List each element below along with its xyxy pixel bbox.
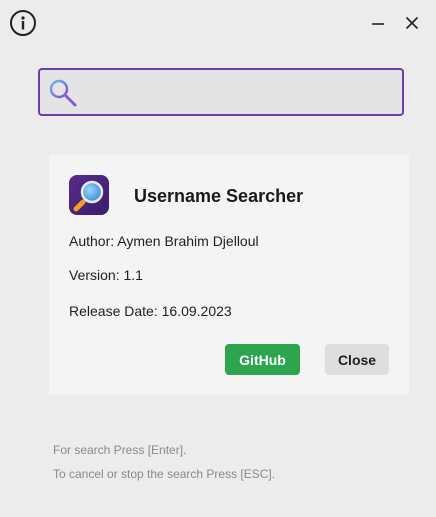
cancel-hint: To cancel or stop the search Press [ESC]… xyxy=(53,467,276,481)
app-title: Username Searcher xyxy=(134,186,304,206)
magnifier-icon xyxy=(48,78,78,108)
github-button[interactable]: GitHub xyxy=(225,344,300,375)
title-bar xyxy=(0,0,436,48)
magnifier-app-icon xyxy=(69,175,109,215)
about-card: Username Searcher Author: Aymen Brahim D… xyxy=(49,155,409,395)
close-icon[interactable] xyxy=(401,12,423,34)
search-input[interactable] xyxy=(84,70,398,116)
author-text: Author: Aymen Brahim Djelloul xyxy=(69,233,259,249)
search-box[interactable] xyxy=(38,68,404,116)
close-button[interactable]: Close xyxy=(325,344,389,375)
info-icon[interactable] xyxy=(10,10,36,36)
version-text: Version: 1.1 xyxy=(69,267,143,283)
minimize-icon[interactable] xyxy=(367,12,389,34)
search-hint: For search Press [Enter]. xyxy=(53,443,187,457)
release-date-text: Release Date: 16.09.2023 xyxy=(69,303,232,319)
